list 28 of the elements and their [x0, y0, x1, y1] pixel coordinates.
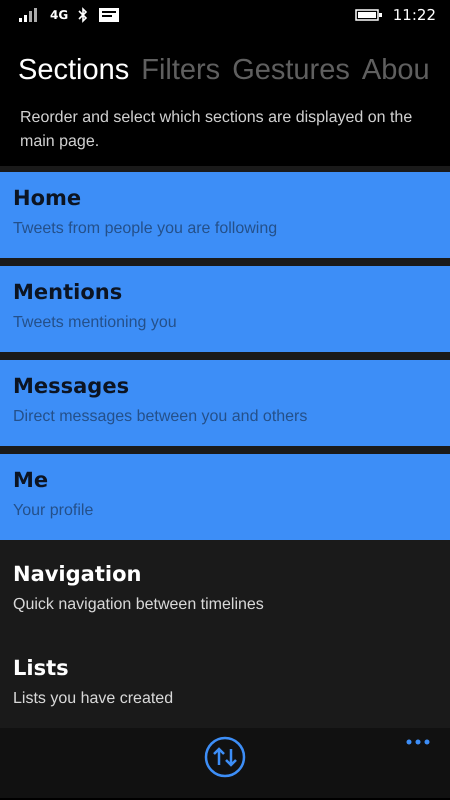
- clock-time: 11:22: [392, 6, 436, 24]
- section-title: Navigation: [13, 562, 142, 586]
- message-icon: [98, 7, 120, 23]
- section-item[interactable]: Me Your profile: [0, 454, 450, 540]
- section-title: Mentions: [13, 280, 124, 304]
- section-subtitle: Tweets from people you are following: [13, 220, 278, 238]
- section-title: Messages: [13, 374, 130, 398]
- signal-icon: [18, 7, 40, 23]
- pivot-tab[interactable]: Abou: [362, 40, 430, 100]
- section-subtitle: Lists you have created: [13, 690, 174, 708]
- description-text: Reorder and select which sections are displayed on the main page.: [19, 108, 414, 152]
- section-subtitle: Tweets mentioning you: [13, 314, 178, 332]
- section-subtitle: Quick navigation between timelines: [13, 596, 265, 614]
- bluetooth-icon: [78, 7, 88, 23]
- section-title: Home: [13, 186, 82, 210]
- section-subtitle: Direct messages between you and others: [13, 408, 308, 426]
- battery-icon: [354, 8, 383, 22]
- pivot-tab[interactable]: Filters: [141, 40, 220, 100]
- reorder-button[interactable]: [204, 736, 246, 778]
- section-item[interactable]: Messages Direct messages between you and others: [0, 360, 450, 446]
- section-subtitle: Your profile: [13, 502, 94, 520]
- section-item[interactable]: Home Tweets from people you are following: [0, 172, 450, 258]
- pivot-tab[interactable]: Sections: [18, 40, 130, 100]
- network-type: 4G: [50, 8, 68, 22]
- section-title: Me: [13, 468, 50, 492]
- section-item[interactable]: Mentions Tweets mentioning you: [0, 266, 450, 352]
- section-title: Lists: [13, 656, 70, 680]
- pivot-tab[interactable]: Gestures: [232, 40, 350, 100]
